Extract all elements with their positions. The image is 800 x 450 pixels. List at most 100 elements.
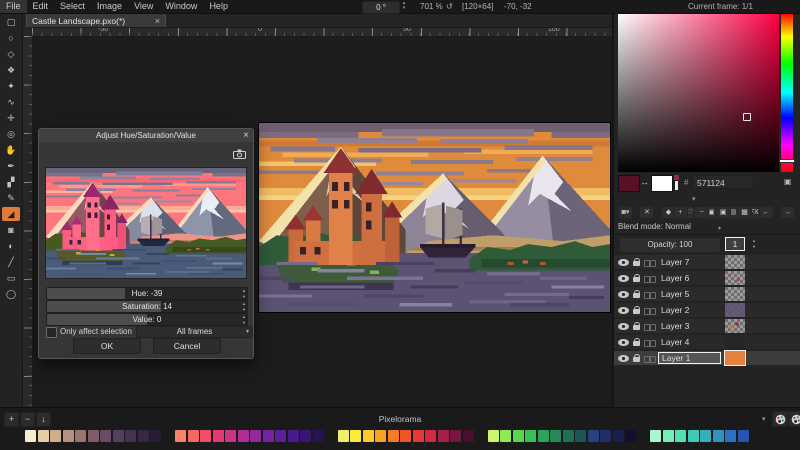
palette-swatch[interactable] (400, 430, 411, 442)
layer-name[interactable]: Layer 1 (658, 352, 721, 364)
palette-swatch[interactable] (613, 430, 624, 442)
palette-swatch[interactable] (75, 430, 86, 442)
menu-select[interactable]: Select (54, 0, 91, 13)
layer-row-7[interactable]: Layer 7 (614, 255, 800, 269)
palette-swatch[interactable] (575, 430, 586, 442)
cel-toggle-icon[interactable] (650, 340, 656, 347)
saturation-spin-up-icon[interactable]: ▴ (243, 301, 245, 306)
menu-view[interactable]: View (128, 0, 159, 13)
rotation-spin-down-icon[interactable]: ▾ (400, 6, 408, 11)
hue-spin-down-icon[interactable]: ▾ (243, 294, 245, 299)
menu-edit[interactable]: Edit (27, 0, 55, 13)
delete-layer-icon[interactable]: ▩ (737, 206, 752, 219)
layer-name[interactable]: Layer 4 (658, 336, 724, 348)
lock-icon[interactable] (633, 309, 640, 314)
palette-swatch[interactable] (500, 430, 511, 442)
palette-swatch[interactable] (363, 430, 374, 442)
palette-swatch[interactable] (88, 430, 99, 442)
palette-swatch[interactable] (250, 430, 261, 442)
palette-swatch[interactable] (700, 430, 711, 442)
move-layer-right-icon[interactable]: → (780, 206, 795, 219)
remove-layer-icon[interactable]: − (694, 206, 709, 219)
layer-name[interactable]: Layer 2 (658, 304, 724, 316)
only-affect-selection-checkbox[interactable] (46, 327, 57, 338)
cel-toggle-icon[interactable] (650, 292, 656, 299)
layer-name[interactable]: Layer 6 (658, 272, 724, 284)
palette-swatch[interactable] (663, 430, 674, 442)
palette-swatch[interactable] (25, 430, 36, 442)
palette-swatch[interactable] (175, 430, 186, 442)
opacity-spin-icons[interactable]: ▴▾ (710, 238, 798, 250)
layer-row-3[interactable]: Layer 3 (614, 319, 800, 333)
layer-name[interactable]: Layer 5 (658, 288, 724, 300)
palette-swatch[interactable] (550, 430, 561, 442)
lock-icon[interactable] (633, 293, 640, 298)
tool-move[interactable]: ✛ (2, 111, 20, 125)
palette-swatch[interactable] (413, 430, 424, 442)
tool-pan[interactable]: ✋ (2, 143, 20, 157)
tool-crop[interactable]: ▞ (2, 175, 20, 189)
palette-swatch[interactable] (50, 430, 61, 442)
tool-shading[interactable]: ◐ (2, 239, 20, 253)
layer-row-5[interactable]: Layer 5 (614, 287, 800, 301)
hue-cursor[interactable] (779, 159, 795, 163)
palette-swatch[interactable] (100, 430, 111, 442)
palette-swatch[interactable] (300, 430, 311, 442)
palette-swatch[interactable] (338, 430, 349, 442)
tool-ellipse[interactable]: ◯ (2, 287, 20, 301)
layer-thumbnail[interactable] (725, 351, 745, 365)
saturation-slider[interactable]: Saturation: 14 ▴▾ (46, 300, 248, 313)
cel-toggle-icon[interactable] (650, 324, 656, 331)
palette-swatch[interactable] (688, 430, 699, 442)
tool-select-by-color[interactable]: ❖ (2, 63, 20, 77)
tool-rectangle[interactable]: ▭ (2, 271, 20, 285)
cancel-button[interactable]: Cancel (153, 338, 221, 354)
palette-swatch[interactable] (438, 430, 449, 442)
value-slider[interactable]: Value: 0 ▴▾ (46, 313, 248, 326)
palette-swatch[interactable] (425, 430, 436, 442)
palette-swatch[interactable] (138, 430, 149, 442)
hue-strip[interactable] (781, 13, 793, 172)
add-layer-icon[interactable]: + (673, 206, 688, 219)
tool-zoom[interactable]: ◎ (2, 127, 20, 141)
layer-row-6[interactable]: Layer 6 (614, 271, 800, 285)
tool-ellipse-select[interactable]: ○ (2, 31, 20, 45)
eye-icon[interactable] (618, 355, 629, 362)
palette-swatch[interactable] (525, 430, 536, 442)
value-spin-up-icon[interactable]: ▴ (243, 314, 245, 319)
menu-image[interactable]: Image (91, 0, 128, 13)
eye-icon[interactable] (618, 323, 629, 330)
layer-thumbnail[interactable] (725, 287, 745, 301)
palette-swatch[interactable] (288, 430, 299, 442)
collapse-chevron-icon[interactable]: ▾ (692, 195, 696, 203)
palette-swatch[interactable] (38, 430, 49, 442)
cel-toggle-icon[interactable] (650, 260, 656, 267)
palette-swatch[interactable] (200, 430, 211, 442)
edit-palette-icon[interactable] (772, 411, 788, 427)
secondary-color-swatch[interactable] (651, 175, 673, 192)
palette-swatch[interactable] (650, 430, 661, 442)
palette-swatch[interactable] (713, 430, 724, 442)
lock-icon[interactable] (633, 325, 640, 330)
cel-toggle-icon[interactable] (650, 356, 656, 363)
palette-swatch[interactable] (350, 430, 361, 442)
rotation-spinner[interactable]: 0 ° (362, 1, 400, 14)
sv-cursor[interactable] (743, 113, 751, 121)
tool-rectangle-select[interactable]: ▢ (2, 15, 20, 29)
palette-swatch[interactable] (450, 430, 461, 442)
palette-swatch[interactable] (313, 430, 324, 442)
transform-icon[interactable]: ✕ (639, 206, 654, 219)
hue-slider[interactable]: Hue: -39 ▴▾ (46, 287, 248, 300)
lock-icon[interactable] (633, 357, 640, 362)
eye-icon[interactable] (618, 307, 629, 314)
layer-thumbnail[interactable] (725, 303, 745, 317)
palette-swatch[interactable] (275, 430, 286, 442)
menu-file[interactable]: File (0, 0, 27, 13)
palette-swatch[interactable] (388, 430, 399, 442)
color-options-icon[interactable]: ▣ (784, 177, 792, 186)
swap-colors-icon[interactable]: ↔ (640, 177, 649, 187)
layer-name[interactable]: Layer 7 (658, 256, 724, 268)
dialog-title[interactable]: Adjust Hue/Saturation/Value (39, 129, 253, 142)
eye-icon[interactable] (618, 291, 629, 298)
lock-icon[interactable] (633, 277, 640, 282)
